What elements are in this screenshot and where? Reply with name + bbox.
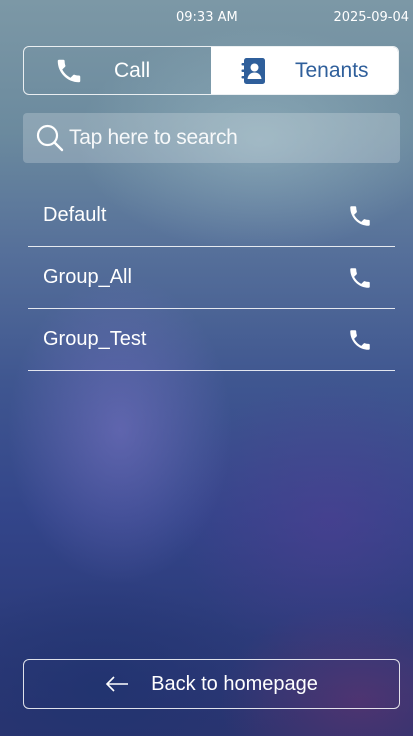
back-to-homepage-button[interactable]: Back to homepage <box>23 659 400 709</box>
tab-tenants-label: Tenants <box>295 58 369 82</box>
call-icon[interactable] <box>347 265 373 291</box>
search-input[interactable]: Tap here to search <box>69 126 238 150</box>
call-icon[interactable] <box>347 203 373 229</box>
group-name: Group_Test <box>43 328 147 350</box>
tab-call[interactable]: Call <box>24 47 211 94</box>
list-item-group-all[interactable]: Group_All <box>28 247 395 309</box>
call-icon[interactable] <box>347 327 373 353</box>
search-bar[interactable]: Tap here to search <box>23 113 400 163</box>
tab-call-label: Call <box>114 58 151 82</box>
status-time: 09:33 AM <box>176 10 238 25</box>
phone-icon <box>54 56 84 86</box>
status-date: 2025-09-04 <box>333 10 409 25</box>
contacts-icon <box>241 57 267 85</box>
arrow-left-icon <box>105 676 129 692</box>
search-icon <box>35 123 65 153</box>
status-bar: 09:33 AM 2025-09-04 <box>0 0 413 36</box>
group-name: Default <box>43 204 107 226</box>
list-item-default[interactable]: Default <box>28 185 395 247</box>
back-button-label: Back to homepage <box>151 672 318 695</box>
screen: 09:33 AM 2025-09-04 Call Tenants Tap her… <box>0 0 413 736</box>
tab-bar: Call Tenants <box>23 46 399 95</box>
group-name: Group_All <box>43 266 132 288</box>
group-list: Default Group_All Group_Test <box>28 185 395 371</box>
tab-tenants[interactable]: Tenants <box>211 47 398 94</box>
list-item-group-test[interactable]: Group_Test <box>28 309 395 371</box>
